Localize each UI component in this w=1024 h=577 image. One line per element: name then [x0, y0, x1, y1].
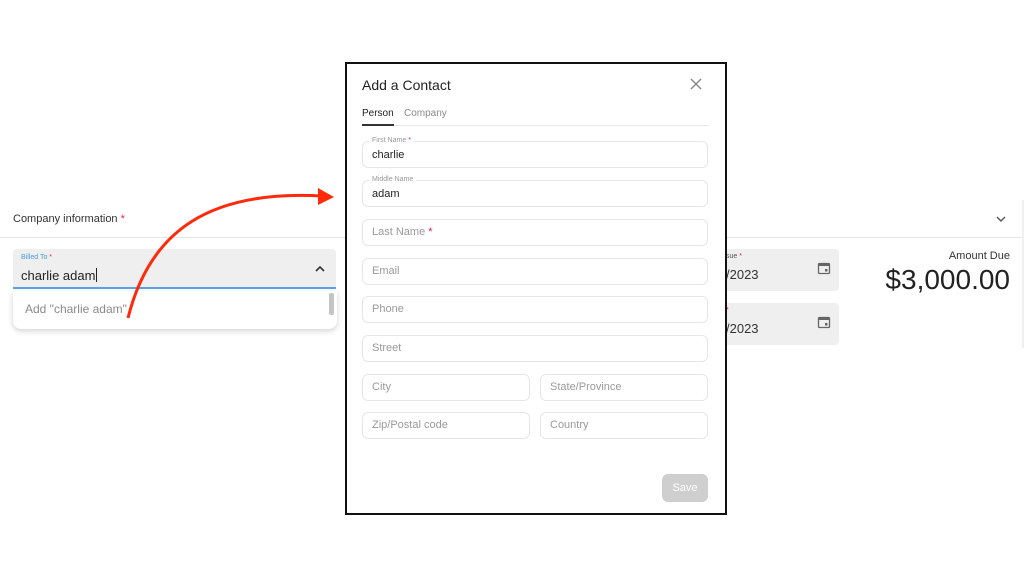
first-name-label: First Name * — [369, 137, 414, 144]
amount-due-value: $3,000.00 — [885, 264, 1010, 295]
zip-postal-code-placeholder: Zip/Postal code — [372, 419, 448, 431]
calendar-icon[interactable] — [817, 261, 831, 275]
issue-date-value: /2023 — [726, 267, 759, 282]
add-contact-modal: Add a Contact Person Company First Name … — [345, 62, 727, 515]
phone-field[interactable]: Phone — [362, 296, 708, 323]
chevron-up-icon[interactable] — [314, 263, 326, 275]
due-date-value: /2023 — [726, 321, 759, 336]
state-province-field[interactable]: State/Province — [540, 374, 708, 401]
dropdown-scrollbar[interactable] — [329, 293, 334, 315]
amount-due-label: Amount Due — [948, 250, 1010, 262]
phone-placeholder: Phone — [372, 303, 404, 315]
email-field[interactable]: Email — [362, 258, 708, 285]
first-name-value: charlie — [372, 149, 405, 161]
modal-title: Add a Contact — [362, 77, 451, 93]
close-icon[interactable] — [689, 77, 703, 91]
calendar-icon[interactable] — [817, 315, 831, 329]
contact-type-tabs: Person Company — [362, 102, 708, 126]
middle-name-label: Middle Name — [369, 176, 417, 183]
tab-person[interactable]: Person — [362, 108, 394, 126]
last-name-field[interactable]: Last Name * — [362, 219, 708, 246]
country-field[interactable]: Country — [540, 412, 708, 439]
email-placeholder: Email — [372, 265, 400, 277]
city-placeholder: City — [372, 381, 391, 393]
state-province-placeholder: State/Province — [550, 381, 622, 393]
section-title: Company information * — [13, 213, 125, 225]
zip-postal-code-field[interactable]: Zip/Postal code — [362, 412, 530, 439]
first-name-field[interactable]: First Name * charlie — [362, 137, 708, 168]
middle-name-value: adam — [372, 188, 400, 200]
street-field[interactable]: Street — [362, 335, 708, 362]
city-field[interactable]: City — [362, 374, 530, 401]
billed-to-label: Billed To * — [21, 254, 53, 261]
text-caret — [96, 268, 98, 282]
save-button[interactable]: Save — [662, 474, 708, 502]
middle-name-field[interactable]: Middle Name adam — [362, 176, 708, 207]
street-placeholder: Street — [372, 342, 402, 354]
country-placeholder: Country — [550, 419, 589, 431]
billed-to-field[interactable]: Billed To * charlie adam — [13, 249, 336, 289]
billed-to-dropdown: Add "charlie adam" — [13, 291, 337, 329]
last-name-placeholder: Last Name * — [372, 226, 433, 238]
add-contact-option[interactable]: Add "charlie adam" — [25, 302, 127, 316]
billed-to-input[interactable]: charlie adam — [21, 268, 98, 283]
tab-company[interactable]: Company — [404, 108, 447, 119]
issue-date-label: sue * — [726, 253, 742, 260]
chevron-down-icon[interactable] — [994, 212, 1008, 226]
